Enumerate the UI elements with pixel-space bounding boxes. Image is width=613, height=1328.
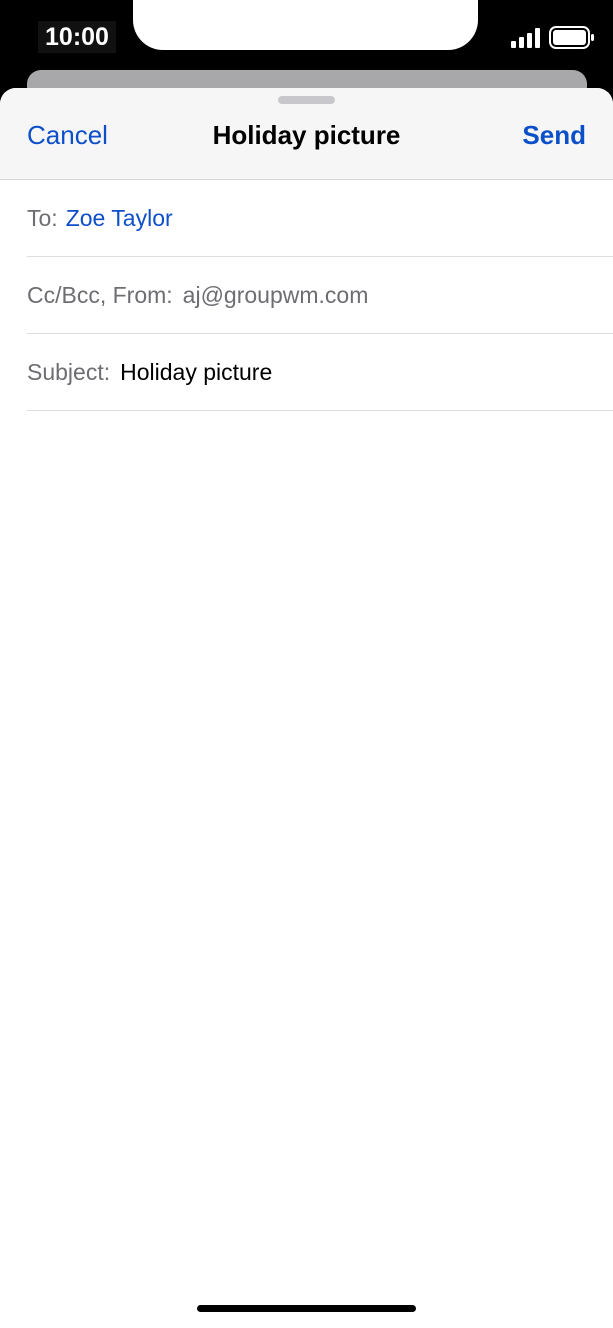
to-label: To: bbox=[27, 205, 58, 231]
cc-bcc-from-field[interactable]: Cc/Bcc, From: aj@groupwm.com bbox=[27, 257, 613, 334]
status-time: 10:00 bbox=[38, 21, 116, 53]
phone-screen: 10:00 Cancel Holiday picture Send To: Zoe… bbox=[0, 0, 613, 1328]
send-button[interactable]: Send bbox=[522, 118, 586, 152]
to-field[interactable]: To: Zoe Taylor bbox=[27, 180, 613, 257]
recipient-token[interactable]: Zoe Taylor bbox=[66, 205, 173, 231]
cc-bcc-from-label: Cc/Bcc, From: bbox=[27, 282, 173, 308]
compose-nav-bar: Cancel Holiday picture Send bbox=[0, 88, 613, 180]
subject-label: Subject: bbox=[27, 359, 111, 385]
subject-field[interactable]: Subject: Holiday picture bbox=[27, 334, 613, 411]
battery-icon bbox=[549, 26, 594, 49]
sheet-grabber-handle[interactable] bbox=[278, 96, 335, 104]
home-indicator[interactable] bbox=[197, 1305, 416, 1312]
compose-title: Holiday picture bbox=[212, 120, 401, 150]
from-address[interactable]: aj@groupwm.com bbox=[183, 282, 369, 308]
cellular-signal-icon bbox=[511, 28, 540, 48]
status-bar: 10:00 bbox=[0, 0, 613, 72]
cancel-button[interactable]: Cancel bbox=[27, 118, 108, 152]
compose-sheet: Cancel Holiday picture Send To: Zoe Taylo… bbox=[0, 88, 613, 1328]
device-notch bbox=[133, 0, 478, 50]
subject-input[interactable]: Holiday picture bbox=[120, 359, 272, 385]
message-body[interactable] bbox=[0, 411, 613, 1281]
